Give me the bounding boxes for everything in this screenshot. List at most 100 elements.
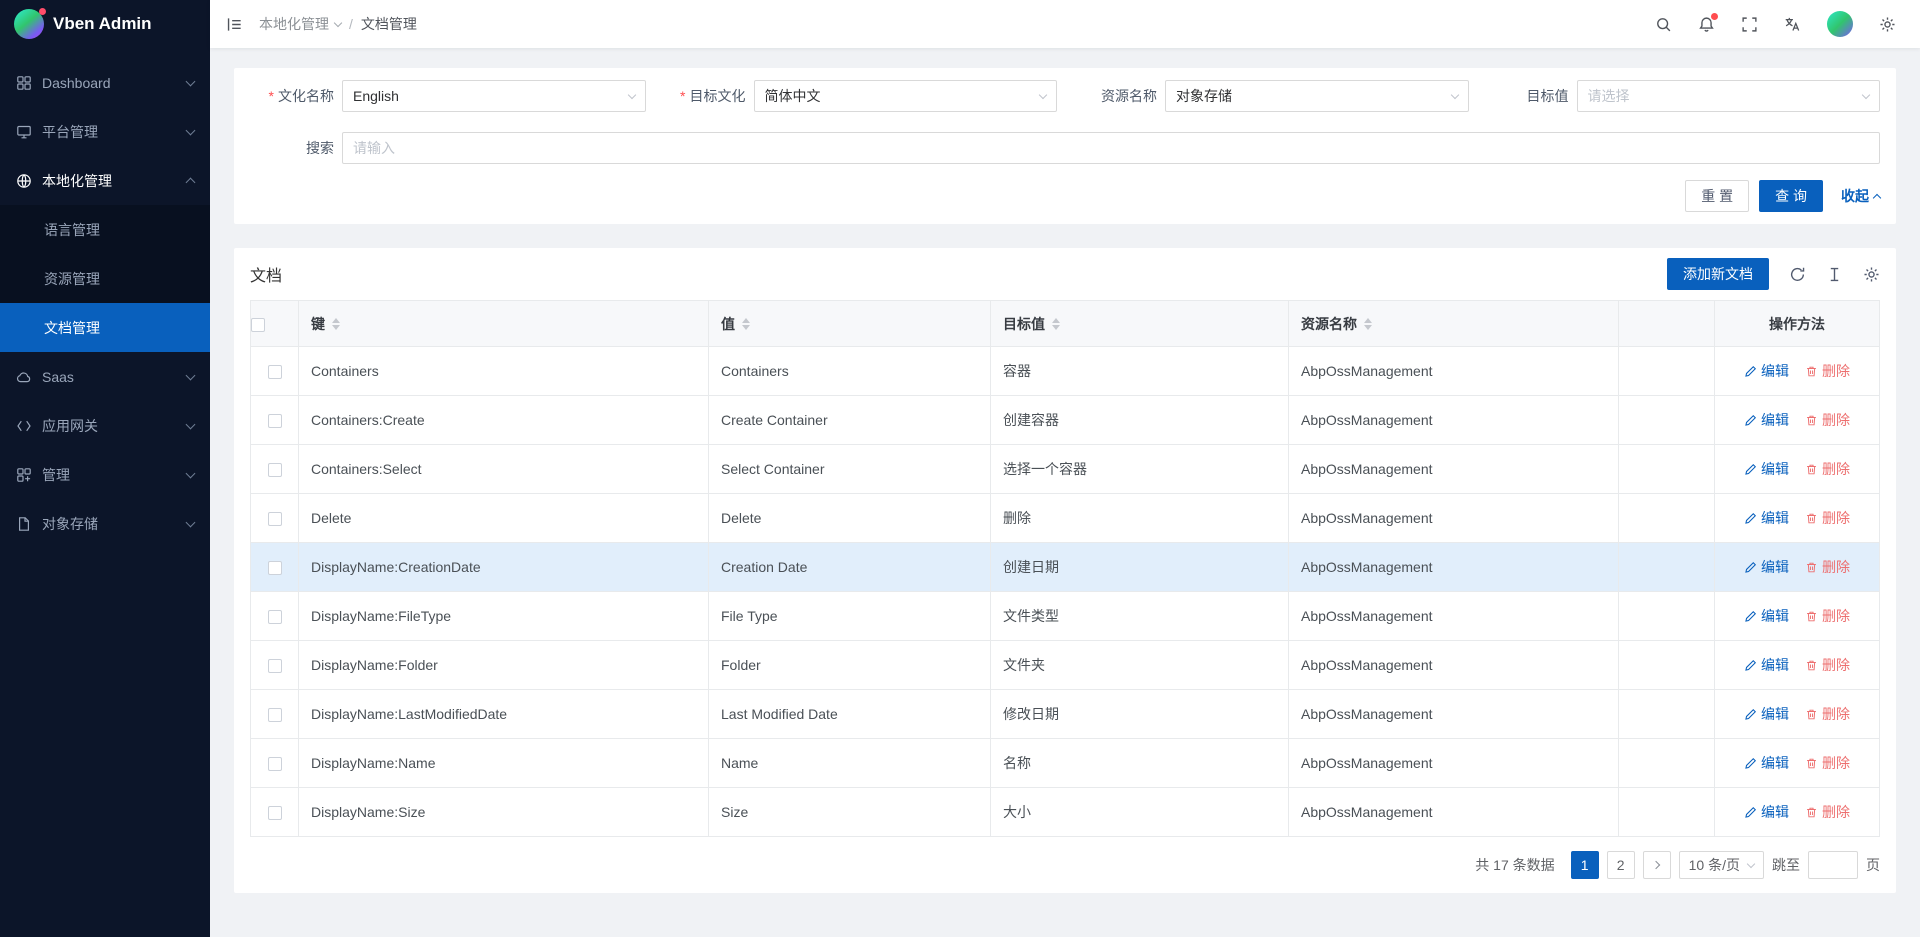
column-header-resource[interactable]: 资源名称 xyxy=(1289,301,1619,347)
row-checkbox[interactable] xyxy=(268,610,282,624)
sidebar-item-resource-management[interactable]: 资源管理 xyxy=(0,254,210,303)
row-checkbox[interactable] xyxy=(268,463,282,477)
row-checkbox[interactable] xyxy=(268,708,282,722)
edit-button[interactable]: 编辑 xyxy=(1744,704,1789,724)
avatar[interactable] xyxy=(1827,11,1853,37)
edit-button[interactable]: 编辑 xyxy=(1744,361,1789,381)
edit-button[interactable]: 编辑 xyxy=(1744,557,1789,577)
app-logo[interactable]: Vben Admin xyxy=(0,0,210,48)
refresh-icon[interactable] xyxy=(1789,266,1806,283)
sort-asc-icon[interactable] xyxy=(1052,318,1060,323)
sort-icon[interactable] xyxy=(1052,318,1060,330)
row-checkbox[interactable] xyxy=(268,806,282,820)
jump-page-input[interactable] xyxy=(1808,851,1858,879)
row-checkbox[interactable] xyxy=(268,659,282,673)
sidebar-menu: Dashboard 平台管理 本地化管理 语言管理 资源管理 xyxy=(0,48,210,548)
delete-button[interactable]: 删除 xyxy=(1805,802,1850,822)
sort-icon[interactable] xyxy=(332,318,340,330)
sidebar-item-document-management[interactable]: 文档管理 xyxy=(0,303,210,352)
target-value-select[interactable]: 请选择 xyxy=(1577,80,1881,112)
sort-desc-icon[interactable] xyxy=(332,325,340,330)
sidebar-item-platform[interactable]: 平台管理 xyxy=(0,107,210,156)
column-settings-gear-icon[interactable] xyxy=(1863,266,1880,283)
delete-button[interactable]: 删除 xyxy=(1805,410,1850,430)
cell-empty xyxy=(1619,396,1715,445)
sidebar-item-saas[interactable]: Saas xyxy=(0,352,210,401)
delete-button[interactable]: 删除 xyxy=(1805,508,1850,528)
target-culture-select[interactable]: 简体中文 xyxy=(754,80,1058,112)
sidebar-item-localization[interactable]: 本地化管理 xyxy=(0,156,210,205)
add-document-button[interactable]: 添加新文档 xyxy=(1667,258,1769,290)
edit-button[interactable]: 编辑 xyxy=(1744,508,1789,528)
column-header-target-value[interactable]: 目标值 xyxy=(991,301,1289,347)
delete-button[interactable]: 删除 xyxy=(1805,606,1850,626)
edit-button[interactable]: 编辑 xyxy=(1744,802,1789,822)
edit-button[interactable]: 编辑 xyxy=(1744,655,1789,675)
row-checkbox[interactable] xyxy=(268,561,282,575)
sort-icon[interactable] xyxy=(742,318,750,330)
delete-button[interactable]: 删除 xyxy=(1805,557,1850,577)
row-checkbox[interactable] xyxy=(268,414,282,428)
cell-key: DisplayName:Folder xyxy=(299,641,709,690)
select-value: 对象存储 xyxy=(1176,86,1232,106)
delete-button[interactable]: 删除 xyxy=(1805,753,1850,773)
sort-desc-icon[interactable] xyxy=(1052,325,1060,330)
page-button-1[interactable]: 1 xyxy=(1571,851,1599,879)
sidebar-item-management[interactable]: 管理 xyxy=(0,450,210,499)
sidebar-item-gateway[interactable]: 应用网关 xyxy=(0,401,210,450)
page-button-2[interactable]: 2 xyxy=(1607,851,1635,879)
row-checkbox[interactable] xyxy=(268,757,282,771)
next-page-button[interactable] xyxy=(1643,851,1671,879)
column-header-value[interactable]: 值 xyxy=(709,301,991,347)
delete-button[interactable]: 删除 xyxy=(1805,704,1850,724)
platform-icon xyxy=(16,124,32,140)
sidebar-item-dashboard[interactable]: Dashboard xyxy=(0,58,210,107)
target-value-label: 目标值 xyxy=(1485,86,1577,106)
delete-button[interactable]: 删除 xyxy=(1805,361,1850,381)
delete-button[interactable]: 删除 xyxy=(1805,459,1850,479)
edit-button[interactable]: 编辑 xyxy=(1744,753,1789,773)
column-header-key[interactable]: 键 xyxy=(299,301,709,347)
sidebar-item-object-storage[interactable]: 对象存储 xyxy=(0,499,210,548)
collapse-toggle[interactable]: 收起 xyxy=(1841,186,1880,206)
chevron-down-icon xyxy=(1862,90,1870,98)
notification-bell-icon[interactable] xyxy=(1698,16,1715,33)
breadcrumb-parent[interactable]: 本地化管理 xyxy=(259,14,341,34)
translate-icon[interactable] xyxy=(1784,16,1801,33)
resource-name-select[interactable]: 对象存储 xyxy=(1165,80,1469,112)
reset-button[interactable]: 重 置 xyxy=(1685,180,1749,212)
sort-asc-icon[interactable] xyxy=(1364,318,1372,323)
cell-resource: AbpOssManagement xyxy=(1289,739,1619,788)
query-button[interactable]: 查 询 xyxy=(1759,180,1823,212)
fullscreen-icon[interactable] xyxy=(1741,16,1758,33)
sort-desc-icon[interactable] xyxy=(742,325,750,330)
sort-desc-icon[interactable] xyxy=(1364,325,1372,330)
filter-actions: 重 置 查 询 收起 xyxy=(250,180,1880,212)
table-row: Containers:CreateCreate Container创建容器Abp… xyxy=(251,396,1880,445)
resource-name-label: 资源名称 xyxy=(1073,86,1165,106)
sidebar-item-language-management[interactable]: 语言管理 xyxy=(0,205,210,254)
app-title: Vben Admin xyxy=(53,14,152,34)
sort-asc-icon[interactable] xyxy=(742,318,750,323)
table-row: DisplayName:SizeSize大小AbpOssManagement编辑… xyxy=(251,788,1880,837)
column-header-actions: 操作方法 xyxy=(1715,301,1880,347)
settings-gear-icon[interactable] xyxy=(1879,16,1896,33)
search-icon[interactable] xyxy=(1655,16,1672,33)
edit-button[interactable]: 编辑 xyxy=(1744,606,1789,626)
sort-asc-icon[interactable] xyxy=(332,318,340,323)
select-all-checkbox[interactable] xyxy=(251,318,265,332)
sort-icon[interactable] xyxy=(1364,318,1372,330)
column-label: 操作方法 xyxy=(1769,316,1825,332)
row-height-icon[interactable] xyxy=(1826,266,1843,283)
row-checkbox[interactable] xyxy=(268,512,282,526)
panel-header: 文档 添加新文档 xyxy=(250,248,1880,300)
edit-button[interactable]: 编辑 xyxy=(1744,410,1789,430)
cell-value: Last Modified Date xyxy=(709,690,991,739)
row-checkbox[interactable] xyxy=(268,365,282,379)
menu-fold-icon[interactable] xyxy=(226,16,243,33)
culture-name-select[interactable]: English xyxy=(342,80,646,112)
search-input[interactable] xyxy=(342,132,1880,164)
page-size-select[interactable]: 10 条/页 xyxy=(1679,851,1764,879)
edit-button[interactable]: 编辑 xyxy=(1744,459,1789,479)
delete-button[interactable]: 删除 xyxy=(1805,655,1850,675)
